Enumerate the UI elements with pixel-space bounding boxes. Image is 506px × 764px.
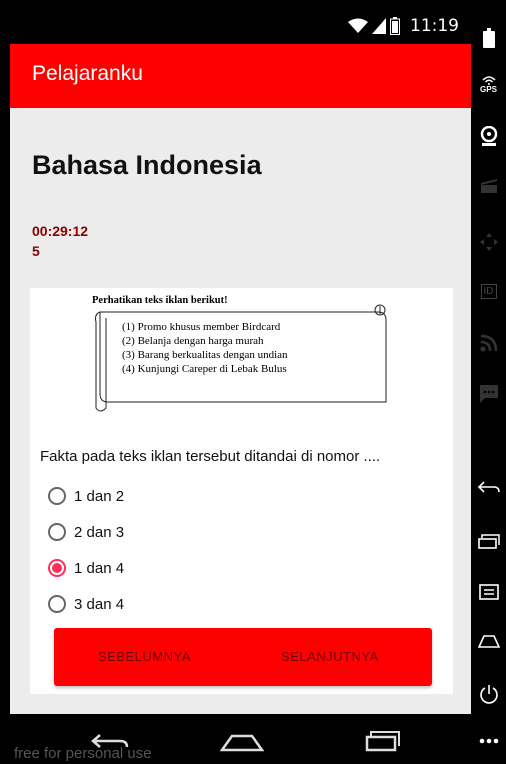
side-more-button[interactable] <box>471 738 506 744</box>
image-line-1: (1) Promo khusus member Birdcard <box>122 321 281 333</box>
page-title: Bahasa Indonesia <box>32 150 262 180</box>
side-menu-button[interactable] <box>471 584 506 600</box>
option-1-radio[interactable]: 1 dan 2 <box>48 482 124 510</box>
side-recents-button[interactable] <box>471 534 506 550</box>
option-label: 3 dan 4 <box>74 595 125 613</box>
status-icons: 11:19 <box>348 16 459 36</box>
option-label: 1 dan 4 <box>74 559 125 577</box>
status-bar: 11:19 <box>10 10 471 44</box>
signal-icon <box>372 18 386 34</box>
option-4-radio[interactable]: 3 dan 4 <box>48 590 124 618</box>
radio-circle[interactable] <box>48 595 66 613</box>
radio-circle-selected[interactable] <box>48 559 66 577</box>
timer-text: 00:29:12 <box>32 223 89 239</box>
recents-icon[interactable] <box>365 730 401 752</box>
main-content: Bahasa Indonesia 00:29:12 5 Perhatikan t… <box>10 108 471 714</box>
back-icon[interactable] <box>90 732 130 752</box>
option-label: 1 dan 2 <box>74 487 125 505</box>
gps-control[interactable]: GPS <box>471 76 506 94</box>
device-id-control[interactable]: ID <box>471 284 506 299</box>
emulator-side-panel: GPS ID <box>471 0 506 764</box>
webcam-icon <box>480 126 497 146</box>
dpad-control[interactable] <box>471 232 506 252</box>
question-number: 5 <box>32 243 40 259</box>
image-line-3: (3) Barang berkualitas dengan undian <box>122 349 288 361</box>
gps-signal-icon <box>481 76 496 85</box>
watermark-text: free for personal use <box>14 745 152 762</box>
screenrecord-control[interactable] <box>471 176 506 194</box>
option-3-radio[interactable]: 1 dan 4 <box>48 554 124 582</box>
navigation-buttons: SEBELUMNYA SELANJUTNYA <box>54 628 432 686</box>
network-control[interactable] <box>471 334 506 352</box>
quiz-info: 00:29:12 5 <box>32 221 88 261</box>
option-label: 2 dan 3 <box>74 523 125 541</box>
system-nav-bar: free for personal use <box>10 714 471 764</box>
dpad-icon <box>479 233 498 251</box>
image-line-4: (4) Kunjungi Careper di Lebak Bulus <box>122 363 287 375</box>
more-dots-icon <box>479 738 498 744</box>
chat-bubble-icon <box>479 385 498 403</box>
side-back-button[interactable] <box>471 480 506 496</box>
image-heading: Perhatikan teks iklan berikut! <box>92 295 228 306</box>
home-icon[interactable] <box>220 734 264 752</box>
battery-icon <box>390 17 400 35</box>
side-power-button[interactable] <box>471 684 506 704</box>
wifi-icon <box>348 18 368 33</box>
id-label: ID <box>483 286 494 297</box>
phone-screen: 11:19 Pelajaranku Bahasa Indonesia 00:29… <box>10 10 471 764</box>
camera-control[interactable] <box>471 126 506 148</box>
side-home-button[interactable] <box>471 634 506 648</box>
question-image: Perhatikan teks iklan berikut! (1) Promo… <box>92 295 387 412</box>
battery-control[interactable] <box>471 28 506 48</box>
question-card: Perhatikan teks iklan berikut! (1) Promo… <box>30 288 453 694</box>
power-icon <box>479 685 498 704</box>
sms-control[interactable] <box>471 384 506 404</box>
option-2-radio[interactable]: 2 dan 3 <box>48 518 124 546</box>
app-title: Pelajaranku <box>32 62 143 85</box>
id-badge-icon: ID <box>480 284 497 299</box>
menu-icon <box>478 584 499 600</box>
rss-icon <box>480 334 497 352</box>
gps-label: GPS <box>480 85 497 94</box>
radio-circle[interactable] <box>48 523 66 541</box>
battery-icon <box>482 28 495 48</box>
radio-dot <box>52 563 62 573</box>
clapperboard-icon <box>480 179 497 193</box>
home-icon <box>477 635 500 648</box>
previous-button[interactable]: SEBELUMNYA <box>98 628 191 686</box>
question-text: Fakta pada teks iklan tersebut ditandai … <box>40 448 381 465</box>
image-line-2: (2) Belanja dengan harga murah <box>122 335 264 347</box>
back-icon <box>477 481 500 493</box>
radio-circle[interactable] <box>48 487 66 505</box>
status-time: 11:19 <box>410 16 459 36</box>
next-button[interactable]: SELANJUTNYA <box>281 628 379 686</box>
recents-icon <box>477 534 500 549</box>
app-bar: Pelajaranku <box>10 44 471 108</box>
